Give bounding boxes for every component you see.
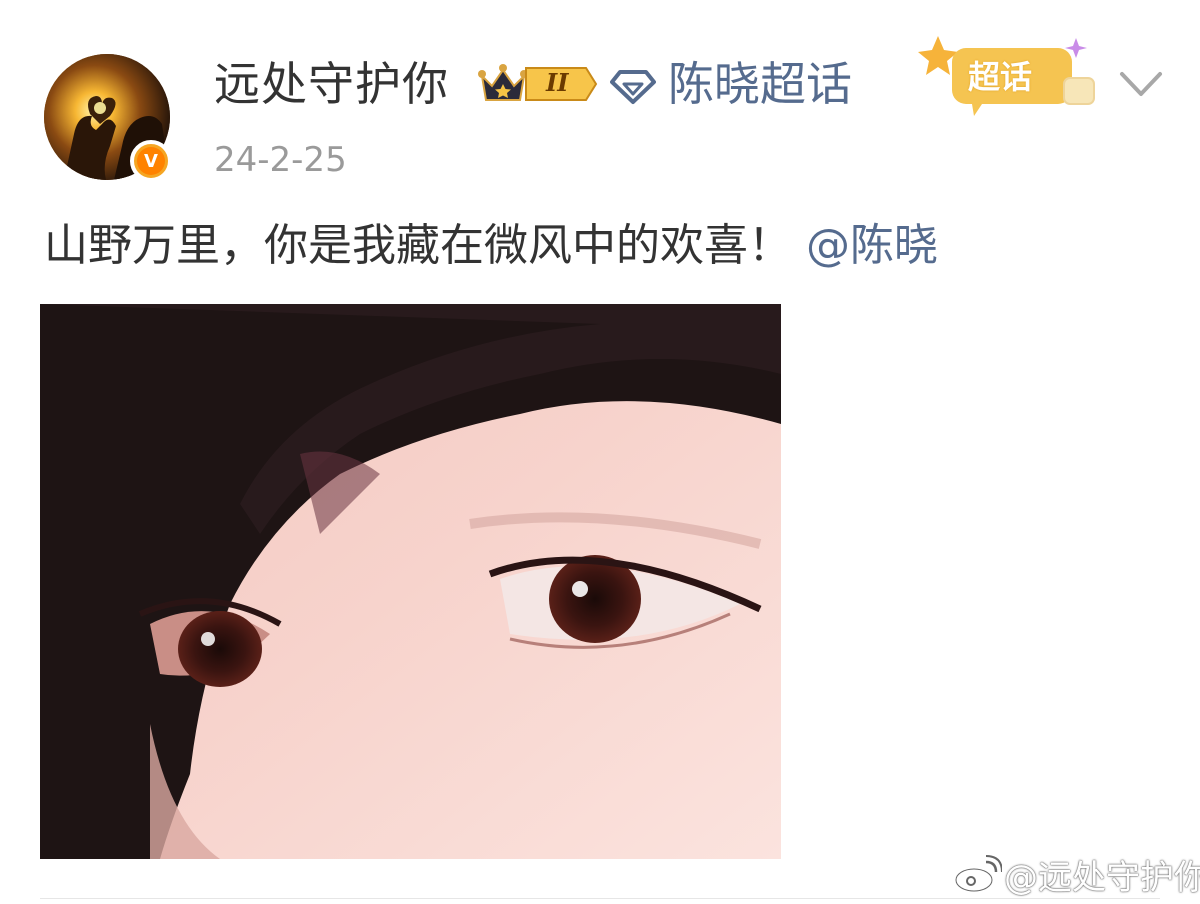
watermark-text: @远处守护你 (1004, 857, 1200, 898)
divider (40, 898, 1160, 899)
diamond-icon (610, 70, 656, 104)
supertopic-link[interactable]: 陈晓超话 (668, 56, 852, 112)
supertopic-sticker[interactable]: 超话 (912, 30, 1108, 126)
sticker-label: 超话 (968, 58, 1033, 96)
post-timestamp: 24-2-25 (214, 140, 347, 180)
level-label: II (546, 68, 569, 97)
username[interactable]: 远处守护你 (214, 56, 449, 112)
verified-badge: V (130, 140, 172, 182)
post-body-text: 山野万里，你是我藏在微风中的欢喜！ (44, 220, 792, 271)
level-badge: II (522, 66, 598, 102)
weibo-post: V 远处守护你 II 陈晓超话 超话 24-2-25 山野万里，你是我藏在微风中… (0, 0, 1200, 904)
weibo-icon (954, 855, 1002, 893)
v-badge-icon: V (137, 147, 165, 175)
mention-link[interactable]: @陈晓 (806, 220, 938, 271)
post-text: 山野万里，你是我藏在微风中的欢喜！ @陈晓 (44, 218, 938, 274)
watermark: @远处守护你 (952, 852, 1200, 898)
chevron-down-icon[interactable] (1116, 66, 1166, 102)
post-image[interactable] (40, 304, 781, 859)
